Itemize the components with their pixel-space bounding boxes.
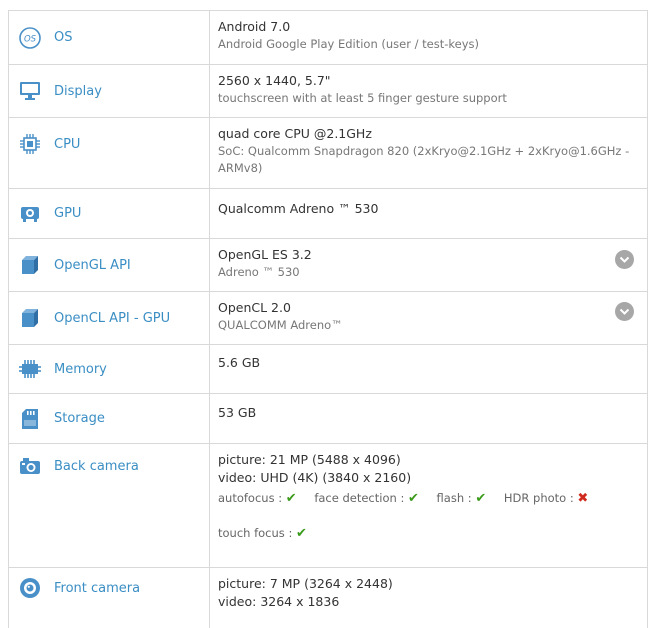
feature-autofocus: autofocus : ✔ [218, 491, 297, 506]
cpu-arch: ARMv8) [218, 161, 263, 175]
expand-opengl-button[interactable] [615, 250, 634, 269]
row-label-back-camera: Back camera [54, 458, 139, 474]
spec-row-display: Display 2560 x 1440, 5.7" touchscreen wi… [8, 65, 648, 118]
feature-face-detection: face detection : ✔ [314, 491, 419, 506]
label-cell: CPU [9, 118, 210, 188]
front-camera-picture: picture: 7 MP (3264 x 2448) [218, 576, 393, 591]
os-version: Android 7.0 [218, 19, 291, 34]
sd-card-icon [19, 408, 41, 430]
row-label-cpu: CPU [54, 136, 81, 152]
value-cell: 53 GB [210, 394, 647, 443]
label-cell: Memory [9, 345, 210, 393]
cpu-cores: quad core CPU @2.1GHz [218, 126, 372, 141]
opengl-version: OpenGL ES 3.2 [218, 247, 312, 262]
row-label-memory: Memory [54, 361, 107, 377]
label-cell: OpenGL API [9, 239, 210, 291]
value-cell: quad core CPU @2.1GHz SoC: Qualcomm Snap… [210, 118, 647, 188]
row-label-os: OS [54, 30, 73, 45]
feature-touch-focus: touch focus : ✔ [218, 526, 307, 541]
label-cell: OpenCL API - GPU [9, 292, 210, 344]
row-label-display: Display [54, 83, 102, 99]
spec-row-storage: Storage 53 GB [8, 394, 648, 444]
spec-row-memory: Memory 5.6 GB [8, 345, 648, 394]
value-cell: picture: 21 MP (5488 x 4096) video: UHD … [210, 444, 647, 567]
gpu-model: Qualcomm Adreno ™ 530 [218, 201, 379, 216]
check-icon: ✔ [475, 491, 487, 506]
feature-hdr-photo: HDR photo : ✖ [503, 491, 589, 506]
chevron-down-icon [619, 256, 630, 263]
label-cell: Display [9, 65, 210, 117]
value-cell: Android 7.0 Android Google Play Edition … [210, 11, 647, 64]
camera-icon [19, 455, 41, 477]
value-cell: 5.6 GB [210, 345, 647, 393]
display-touch: touchscreen with at least 5 finger gestu… [218, 91, 507, 105]
back-camera-picture: picture: 21 MP (5488 x 4096) [218, 452, 401, 467]
label-cell: Back camera [9, 444, 210, 567]
opengl-renderer: Adreno ™ 530 [218, 265, 300, 279]
label-cell: OS OS [9, 11, 210, 64]
display-resolution: 2560 x 1440, 5.7" [218, 73, 331, 88]
label-cell: Front camera [9, 568, 210, 628]
row-label-opengl: OpenGL API [54, 257, 131, 273]
cpu-soc: SoC: Qualcomm Snapdragon 820 (2xKryo@2.1… [218, 144, 630, 158]
camera-features-2: touch focus : ✔ [218, 524, 637, 543]
os-icon: OS [19, 26, 41, 49]
spec-row-front-camera: Front camera picture: 7 MP (3264 x 2448)… [8, 568, 648, 628]
gpu-icon [19, 203, 41, 225]
cpu-chip-icon [19, 133, 41, 155]
back-camera-video: video: UHD (4K) (3840 x 2160) [218, 470, 412, 485]
spec-row-opencl: OpenCL API - GPU OpenCL 2.0 QUALCOMM Adr… [8, 292, 648, 345]
value-cell: 2560 x 1440, 5.7" touchscreen with at le… [210, 65, 647, 117]
value-cell: Qualcomm Adreno ™ 530 [210, 189, 647, 238]
chevron-down-icon [619, 308, 630, 315]
cross-icon: ✖ [577, 491, 589, 506]
monitor-icon [19, 80, 41, 102]
row-label-front-camera: Front camera [54, 580, 141, 596]
expand-opencl-button[interactable] [615, 302, 634, 321]
row-label-opencl: OpenCL API - GPU [54, 310, 171, 326]
spec-row-gpu: GPU Qualcomm Adreno ™ 530 [8, 189, 648, 239]
label-cell: Storage [9, 394, 210, 443]
spec-row-cpu: CPU quad core CPU @2.1GHz SoC: Qualcomm … [8, 118, 648, 189]
memory-size: 5.6 GB [218, 355, 261, 370]
os-edition: Android Google Play Edition (user / test… [218, 37, 480, 51]
value-cell: OpenCL 2.0 QUALCOMM Adreno™ [210, 292, 647, 344]
front-camera-icon [19, 577, 41, 599]
row-label-gpu: GPU [54, 206, 82, 221]
front-camera-video: video: 3264 x 1836 [218, 594, 340, 609]
row-label-storage: Storage [54, 411, 105, 426]
opencl-version: OpenCL 2.0 [218, 300, 291, 315]
label-cell: GPU [9, 189, 210, 238]
spec-row-os: OS OS Android 7.0 Android Google Play Ed… [8, 11, 648, 65]
cube-icon [19, 254, 41, 276]
opencl-device: QUALCOMM Adreno™ [218, 318, 343, 332]
cube-icon [19, 307, 41, 329]
camera-features: autofocus : ✔ face detection : ✔ flash :… [218, 489, 637, 508]
check-icon: ✔ [295, 526, 307, 541]
storage-size: 53 GB [218, 405, 257, 420]
spec-row-back-camera: Back camera picture: 21 MP (5488 x 4096)… [8, 444, 648, 568]
memory-chip-icon [19, 358, 41, 380]
check-icon: ✔ [407, 491, 419, 506]
value-cell: OpenGL ES 3.2 Adreno ™ 530 [210, 239, 647, 291]
feature-flash: flash : ✔ [436, 491, 487, 506]
check-icon: ✔ [285, 491, 297, 506]
value-cell: picture: 7 MP (3264 x 2448) video: 3264 … [210, 568, 647, 628]
spec-table: OS OS Android 7.0 Android Google Play Ed… [8, 10, 648, 628]
spec-row-opengl: OpenGL API OpenGL ES 3.2 Adreno ™ 530 [8, 239, 648, 292]
svg-text:OS: OS [24, 34, 37, 44]
